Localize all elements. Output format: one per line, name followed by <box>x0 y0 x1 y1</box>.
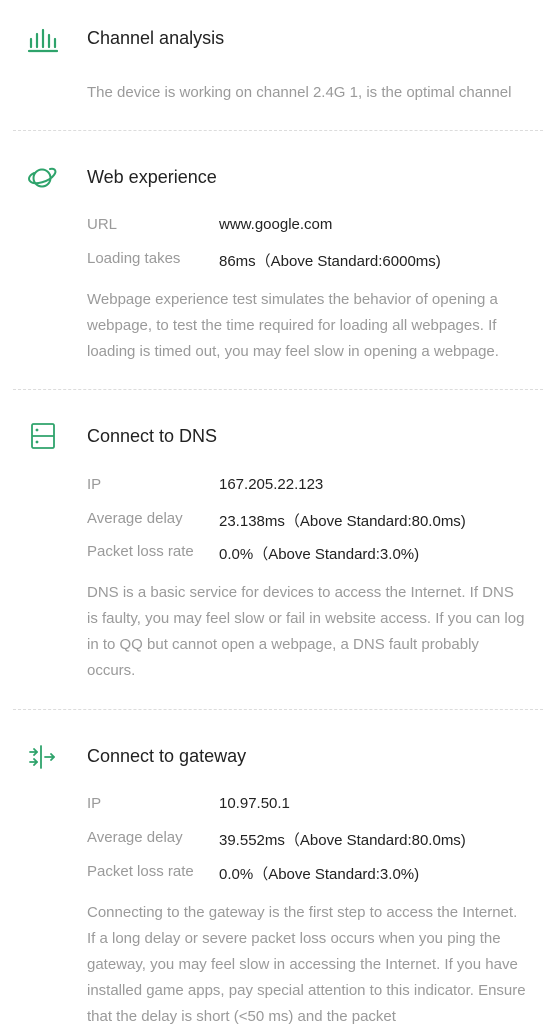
planet-icon <box>26 164 58 192</box>
channel-analysis-title: Channel analysis <box>87 28 225 48</box>
dns-description: DNS is a basic service for devices to ac… <box>87 584 525 679</box>
web-experience-title: Web experience <box>87 167 217 187</box>
loading-value: 86ms（Above Standard:6000ms) <box>219 253 441 270</box>
diagnosis-results-page: Channel analysis The device is working o… <box>0 0 556 1024</box>
section-divider <box>13 709 543 710</box>
dns-loss-value: 0.0%（Above Standard:3.0%) <box>219 546 420 563</box>
url-value: www.google.com <box>219 216 333 233</box>
gateway-title: Connect to gateway <box>87 746 247 766</box>
section-divider <box>13 389 543 390</box>
bar-chart-icon <box>26 26 58 54</box>
gateway-arrows-icon <box>26 743 58 771</box>
dns-delay-label: Average delay <box>87 510 183 527</box>
section-divider <box>13 130 543 131</box>
web-experience-description: Webpage experience test simulates the be… <box>87 291 499 360</box>
dns-ip-label: IP <box>87 476 102 493</box>
dns-ip-value: 167.205.22.123 <box>219 476 324 493</box>
gateway-loss-label: Packet loss rate <box>87 863 194 880</box>
dns-title: Connect to DNS <box>87 426 218 446</box>
gateway-ip-label: IP <box>87 795 102 812</box>
gateway-ip-value: 10.97.50.1 <box>219 795 290 812</box>
url-label: URL <box>87 216 118 233</box>
channel-analysis-description: The device is working on channel 2.4G 1,… <box>87 84 512 101</box>
gateway-description: Connecting to the gateway is the first s… <box>87 904 526 1024</box>
dns-loss-label: Packet loss rate <box>87 543 194 560</box>
loading-label: Loading takes <box>87 250 181 267</box>
gateway-delay-value: 39.552ms（Above Standard:80.0ms) <box>219 832 466 849</box>
gateway-loss-value: 0.0%（Above Standard:3.0%) <box>219 866 420 883</box>
dns-delay-value: 23.138ms（Above Standard:80.0ms) <box>219 513 466 530</box>
gateway-delay-label: Average delay <box>87 829 183 846</box>
server-icon <box>26 422 58 450</box>
